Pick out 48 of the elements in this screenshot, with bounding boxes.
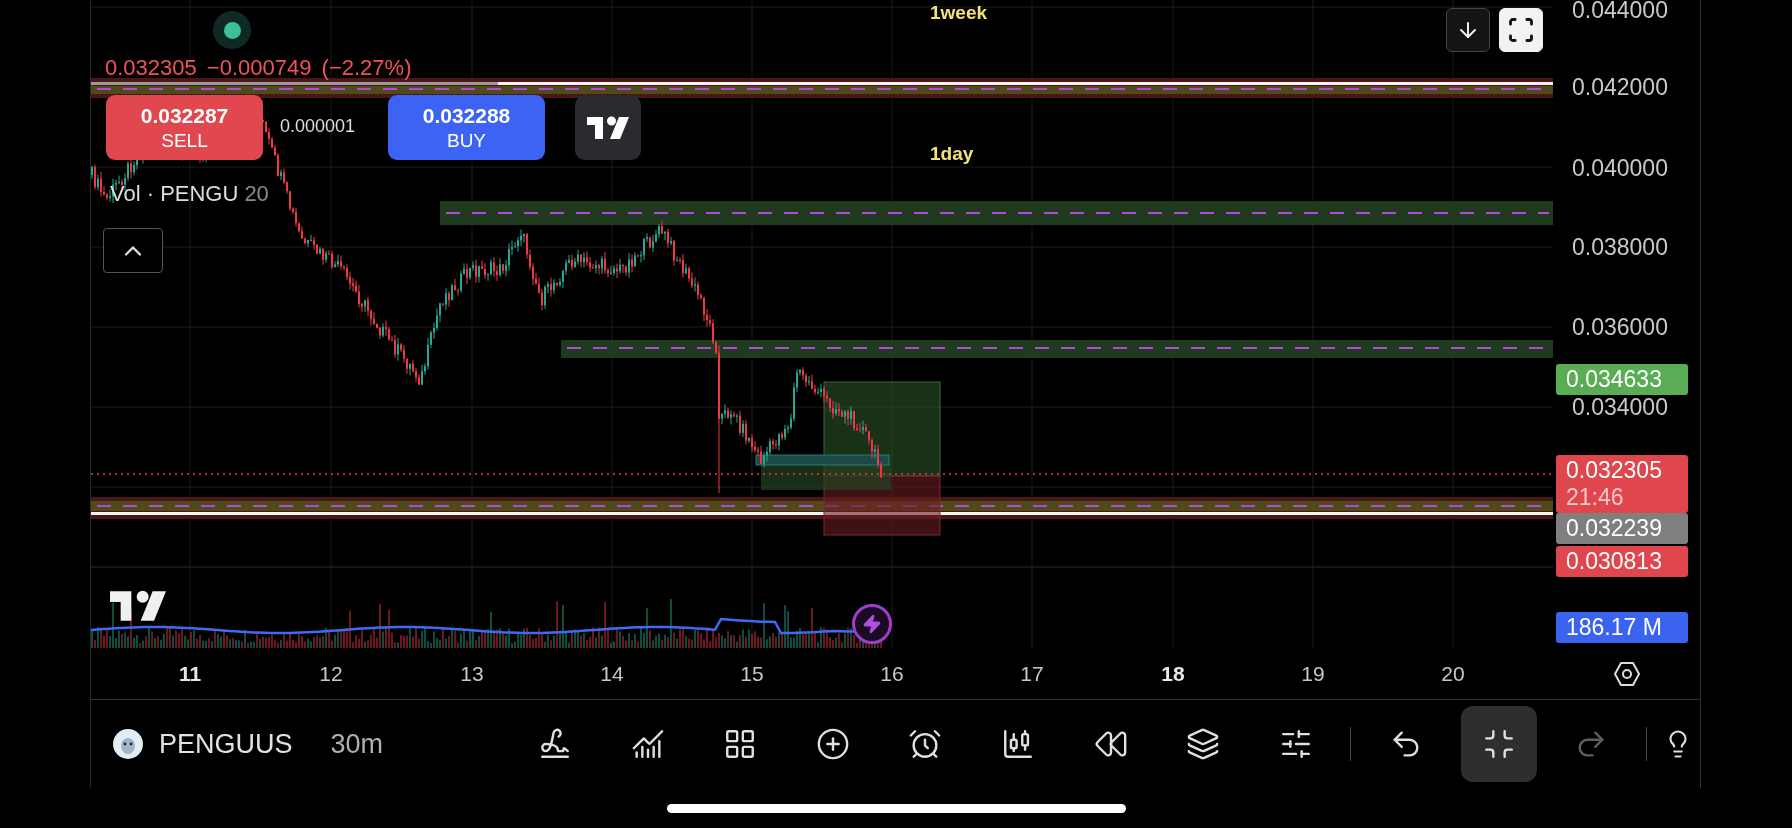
- date-axis-label: 13: [460, 662, 484, 686]
- fullscreen-icon: [1507, 16, 1535, 44]
- spread-value: 0.000001: [280, 116, 356, 137]
- date-axis-label: 19: [1301, 662, 1325, 686]
- minimize-button[interactable]: [1460, 706, 1537, 782]
- price-tag: 0.030813: [1556, 546, 1688, 577]
- chart-icon: [630, 727, 665, 761]
- buy-button[interactable]: 0.032288 BUY: [388, 95, 545, 160]
- timeframe-label: 1week: [930, 2, 988, 24]
- date-axis-label: 14: [600, 662, 624, 686]
- logo-button[interactable]: [575, 95, 641, 160]
- date-axis-label: 20: [1441, 662, 1465, 686]
- price-tag: 0.032305 21:46: [1556, 455, 1688, 513]
- date-axis-label: 11: [178, 662, 202, 686]
- date-axis-label: 16: [880, 662, 904, 686]
- sell-button[interactable]: 0.032287 SELL: [106, 95, 263, 160]
- layers-icon: [1186, 727, 1221, 761]
- volume-legend-label: Vol · PENGU: [110, 181, 239, 207]
- interval-selector[interactable]: 30m: [330, 728, 384, 760]
- signature-pen-icon: [538, 727, 572, 761]
- date-axis-label: 12: [319, 662, 343, 686]
- settings-icon[interactable]: [1612, 659, 1641, 688]
- date-axis-label: 17: [1020, 662, 1044, 686]
- price-axis-label: 0.040000: [1572, 154, 1668, 182]
- symbol-name[interactable]: PENGUUS: [159, 728, 293, 760]
- status-dot-icon: [213, 11, 251, 49]
- coin-avatar-icon: [113, 729, 143, 759]
- scroll-to-latest-button[interactable]: [1446, 8, 1490, 52]
- price-axis-label: 0.044000: [1572, 0, 1668, 24]
- price-tag: 0.034633: [1556, 364, 1688, 395]
- price-change-text: 0.032305 −0.000749 (−2.27%): [105, 55, 412, 81]
- price-axis-label: 0.034000: [1572, 393, 1668, 421]
- price-axis-label: 0.042000: [1572, 73, 1668, 101]
- date-axis-label: 15: [740, 662, 764, 686]
- price-axis-label: 0.038000: [1572, 233, 1668, 261]
- timeframe-label: 1day: [930, 143, 974, 165]
- collapse-button[interactable]: [103, 228, 163, 273]
- add-icon: [815, 727, 850, 761]
- price-axis-label: 0.036000: [1572, 313, 1668, 341]
- volume-legend-length: 20: [244, 181, 269, 207]
- price-tag: 186.17 M: [1556, 612, 1688, 643]
- fullscreen-button[interactable]: [1499, 8, 1543, 52]
- alarm-clock-icon: [908, 727, 943, 761]
- date-axis-label: 18: [1161, 662, 1185, 686]
- lightning-button[interactable]: [852, 604, 892, 644]
- price-tag: 0.032239: [1556, 513, 1688, 544]
- lightning-bolt-icon: [862, 614, 882, 634]
- logo-icon: [587, 115, 629, 140]
